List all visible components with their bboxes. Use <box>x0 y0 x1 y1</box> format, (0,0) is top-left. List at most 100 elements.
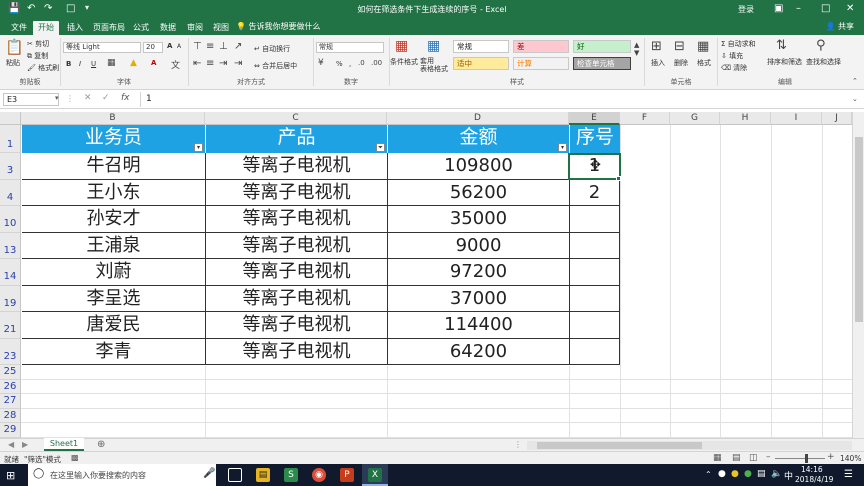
powerpoint-icon[interactable]: P <box>340 468 354 482</box>
column-header-d[interactable]: D <box>387 112 569 125</box>
cell-salesperson[interactable]: 孙安才 <box>22 206 205 233</box>
phonetic-icon[interactable]: 文 <box>171 58 180 71</box>
grow-font-button[interactable]: A <box>167 42 172 50</box>
row-header[interactable]: 28 <box>0 408 21 423</box>
zoom-level[interactable]: 140% <box>840 454 861 463</box>
row-header[interactable]: 25 <box>0 365 21 380</box>
column-header-h[interactable]: H <box>720 112 771 125</box>
column-header-e[interactable]: E <box>569 112 620 125</box>
cell-seq[interactable] <box>569 338 620 365</box>
save-icon[interactable]: 💾 <box>8 3 20 14</box>
customize-quick-access-icon[interactable]: ▾ <box>85 3 89 12</box>
cell-amount[interactable]: 109800 <box>387 153 569 180</box>
app-shortcut-icon[interactable]: S <box>284 468 298 482</box>
autosum-button[interactable]: Σ 自动求和 <box>721 39 756 49</box>
row-header[interactable]: 14 <box>0 259 21 286</box>
horizontal-scroll-thumb[interactable] <box>537 442 702 449</box>
cell-salesperson[interactable]: 李青 <box>22 339 205 365</box>
confirm-entry-icon[interactable]: ✓ <box>102 93 110 103</box>
format-as-table-icon[interactable]: ▦ <box>427 38 440 54</box>
cell-amount[interactable]: 56200 <box>387 179 569 206</box>
microphone-icon[interactable]: 🎤 <box>203 468 215 479</box>
orientation-icon[interactable]: ↗ <box>234 41 242 52</box>
filter-dropdown-icon[interactable]: ▾ <box>558 143 567 152</box>
vertical-scroll-thumb[interactable] <box>855 137 863 322</box>
row-header[interactable]: 27 <box>0 394 21 409</box>
vertical-scrollbar[interactable] <box>852 112 864 438</box>
style-normal[interactable]: 常规 <box>453 40 509 53</box>
font-size-select[interactable]: 20 <box>143 42 163 53</box>
cell-amount[interactable]: 9000 <box>387 232 569 259</box>
insert-function-button[interactable]: fx <box>121 93 130 103</box>
expand-formula-icon[interactable]: ⌄ <box>852 95 858 103</box>
conditional-format-button[interactable]: 条件格式 <box>390 57 418 67</box>
notifications-icon[interactable]: ☰ <box>844 469 853 480</box>
fill-color-icon[interactable]: ▲ <box>130 58 137 68</box>
borders-icon[interactable]: ▦ <box>107 58 116 68</box>
indent-icon[interactable]: ⇥ <box>234 58 242 69</box>
comma-button[interactable]: , <box>349 60 351 68</box>
collapse-ribbon-icon[interactable]: ⌃ <box>852 77 858 85</box>
next-sheet-icon[interactable]: ▶ <box>22 440 28 449</box>
zoom-out-icon[interactable]: – <box>766 452 771 462</box>
clock-time[interactable]: 14:16 <box>801 465 823 474</box>
cell-salesperson[interactable]: 牛召明 <box>22 153 205 180</box>
underline-button[interactable]: U <box>91 60 96 68</box>
format-cells-icon[interactable]: ▦ <box>697 39 709 54</box>
italic-button[interactable]: I <box>79 60 81 68</box>
share-button[interactable]: 👤 共享 <box>825 21 854 32</box>
cell-product[interactable]: 等离子电视机 <box>205 179 387 206</box>
login-link[interactable]: 登录 <box>738 4 754 15</box>
column-header-j[interactable]: J <box>822 112 852 125</box>
file-explorer-icon[interactable]: ▤ <box>256 468 270 482</box>
format-cells-button[interactable]: 格式 <box>697 58 711 68</box>
taskbar-search-box[interactable]: ◯ 在这里输入你要搜索的内容 🎤 <box>28 464 216 486</box>
name-box[interactable]: E3 <box>3 93 59 106</box>
tab-home[interactable]: 开始 <box>33 21 59 35</box>
paste-button[interactable]: 粘贴 <box>6 58 20 68</box>
sort-filter-icon[interactable]: ⇅ <box>776 38 787 53</box>
zoom-slider[interactable] <box>775 458 825 459</box>
sort-filter-button[interactable]: 排序和筛选 <box>767 57 802 67</box>
fill-handle[interactable] <box>616 176 621 181</box>
align-middle-icon[interactable]: ≡ <box>206 41 214 52</box>
zoom-slider-thumb[interactable] <box>805 454 808 463</box>
volume-icon[interactable]: 🔈 <box>771 469 782 479</box>
horizontal-scrollbar[interactable] <box>527 441 852 450</box>
column-header-b[interactable]: B <box>21 112 205 125</box>
filter-active-icon[interactable]: ⏷ <box>376 143 385 152</box>
clock-date[interactable]: 2018/4/19 <box>795 475 833 484</box>
insert-cells-button[interactable]: 插入 <box>651 58 665 68</box>
tab-insert[interactable]: 插入 <box>62 21 88 35</box>
font-color-button[interactable]: A <box>151 59 156 67</box>
normal-view-icon[interactable]: ▦ <box>713 453 722 463</box>
header-cell-salesperson[interactable]: 业务员 <box>22 125 205 153</box>
macro-record-icon[interactable]: ▩ <box>71 453 79 462</box>
style-bad[interactable]: 差 <box>513 40 569 53</box>
align-left-icon[interactable]: ⇤ <box>193 58 201 69</box>
conditional-format-icon[interactable]: ▦ <box>395 38 408 54</box>
cell-amount[interactable]: 97200 <box>387 259 569 286</box>
find-select-button[interactable]: 查找和选择 <box>806 57 841 67</box>
styles-scroll-icon[interactable]: ▲ ▼ <box>634 41 639 57</box>
windows-start-icon[interactable]: ⊞ <box>6 469 15 482</box>
clear-button[interactable]: ⌫ 清除 <box>721 63 747 73</box>
network-icon[interactable]: ▤ <box>757 469 766 479</box>
tab-view[interactable]: 视图 <box>208 21 234 35</box>
tray-app-icon[interactable]: ● <box>731 469 739 479</box>
formula-input[interactable]: 1 <box>140 92 852 107</box>
page-layout-view-icon[interactable]: ▤ <box>732 453 741 463</box>
cell-salesperson[interactable]: 王浦泉 <box>22 233 205 259</box>
tab-review[interactable]: 审阅 <box>182 21 208 35</box>
row-header[interactable]: 3 <box>0 153 21 180</box>
shrink-font-button[interactable]: A <box>177 43 181 50</box>
cell-product[interactable]: 等离子电视机 <box>205 312 387 339</box>
bold-button[interactable]: B <box>66 60 71 68</box>
tab-page-layout[interactable]: 页面布局 <box>88 21 130 35</box>
cell-seq[interactable] <box>569 259 620 286</box>
row-header[interactable]: 29 <box>0 423 21 438</box>
accounting-icon[interactable]: ¥ <box>318 58 324 68</box>
cell-amount[interactable]: 35000 <box>387 206 569 233</box>
tray-app-icon[interactable]: ● <box>718 469 726 479</box>
tray-app-icon[interactable]: ● <box>744 469 752 479</box>
